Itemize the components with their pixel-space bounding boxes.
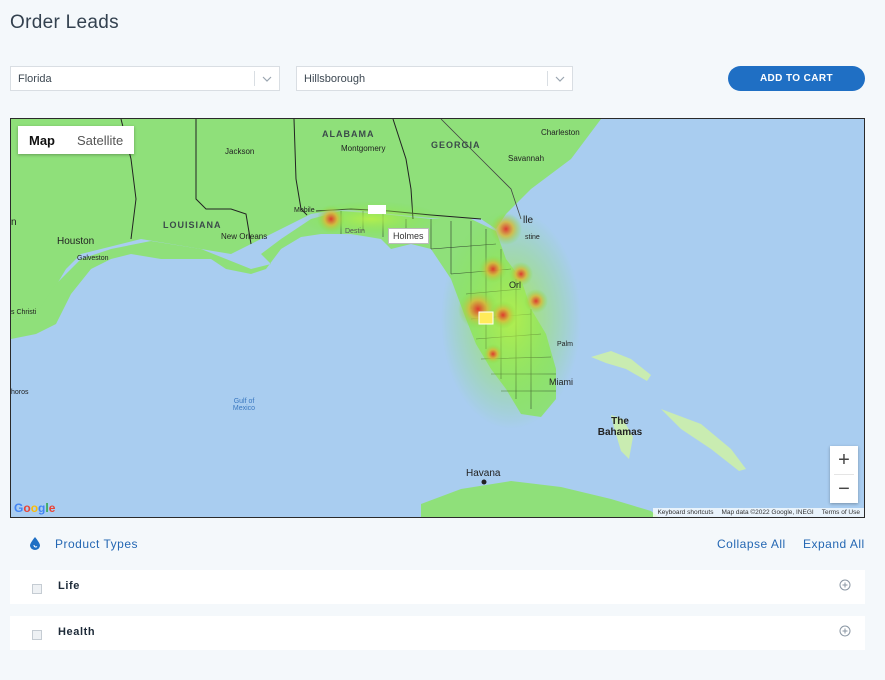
keyboard-shortcuts-link[interactable]: Keyboard shortcuts [657,509,713,516]
heat-spot [490,213,522,245]
product-types-title: Product Types [55,537,138,551]
label-gulf-of-mexico: Gulf of Mexico [232,398,256,412]
collapse-all-link[interactable]: Collapse All [717,537,786,551]
label-edge: n [11,217,17,228]
heat-spot [524,289,548,313]
map-canvas [11,119,864,517]
page-title: Order Leads [10,12,119,33]
label-mobile: Mobile [294,207,315,214]
county-select[interactable]: Hillsborough [296,66,573,91]
chevron-down-icon[interactable] [548,76,572,82]
county-select-value: Hillsborough [304,72,366,85]
label-jacksonville: lle [523,215,534,226]
label-palm: Palm [557,341,573,348]
label-montgomery: Montgomery [341,144,386,153]
terms-link[interactable]: Terms of Use [822,509,860,516]
health-checkbox[interactable] [32,630,42,640]
state-select-value: Florida [18,72,52,85]
label-charleston: Charleston [541,128,580,137]
bahamas-island [661,409,746,471]
heat-spot [479,255,507,283]
map-type-control: Map Satellite [18,126,135,154]
county-tooltip: Holmes [388,228,429,244]
map-attribution: Keyboard shortcuts Map data ©2022 Google… [653,508,864,517]
label-new-orleans: New Orleans [221,232,268,241]
expand-plus-icon[interactable] [839,578,851,596]
map-type-satellite-button[interactable]: Satellite [66,126,134,154]
label-houston: Houston [57,236,95,247]
zoom-in-button[interactable]: + [830,446,858,474]
label-louisiana: LOUISIANA [163,220,222,230]
product-name: Life [58,580,80,592]
bahamas-island [591,351,651,381]
expand-all-link[interactable]: Expand All [803,537,865,551]
label-orlando: Orl [509,280,521,290]
expand-plus-icon[interactable] [839,624,851,642]
heat-map[interactable]: ALABAMA GEORGIA LOUISIANA Montgomery Jac… [10,118,865,518]
cuba-land [421,481,659,517]
product-panel-life[interactable]: Life [10,570,865,604]
label-miami: Miami [549,377,573,387]
add-to-cart-button[interactable]: ADD TO CART [728,66,865,91]
product-name: Health [58,626,96,638]
label-horos: horos [11,389,29,396]
label-corpus-christi: s Christi [11,309,37,316]
map-data-text: Map data ©2022 Google, INEGI [721,509,814,516]
label-jackson: Jackson [225,147,255,156]
product-types-header: Product Types Collapse All Expand All [30,537,865,553]
product-panel-health[interactable]: Health [10,616,865,650]
label-alabama: ALABAMA [322,129,375,139]
chevron-down-icon[interactable] [255,76,279,82]
label-galveston: Galveston [77,255,109,262]
havana-dot [481,479,487,485]
label-bahamas: The Bahamas [597,416,643,438]
county-label-box [368,205,386,214]
state-select[interactable]: Florida [10,66,280,91]
google-logo: Google [14,501,56,515]
label-savannah: Savannah [508,154,545,163]
label-havana: Havana [466,468,501,479]
map-type-map-button[interactable]: Map [18,126,66,154]
zoom-out-button[interactable]: − [830,475,858,503]
label-destin: Destin [345,228,365,235]
heat-spot [317,205,345,233]
drop-icon [30,537,40,553]
heat-spot [483,344,503,364]
label-georgia: GEORGIA [431,140,481,150]
label-st-augustine: stine [525,234,540,241]
life-checkbox[interactable] [32,584,42,594]
zoom-control: + − [830,446,858,503]
selected-county-marker[interactable] [478,311,494,325]
